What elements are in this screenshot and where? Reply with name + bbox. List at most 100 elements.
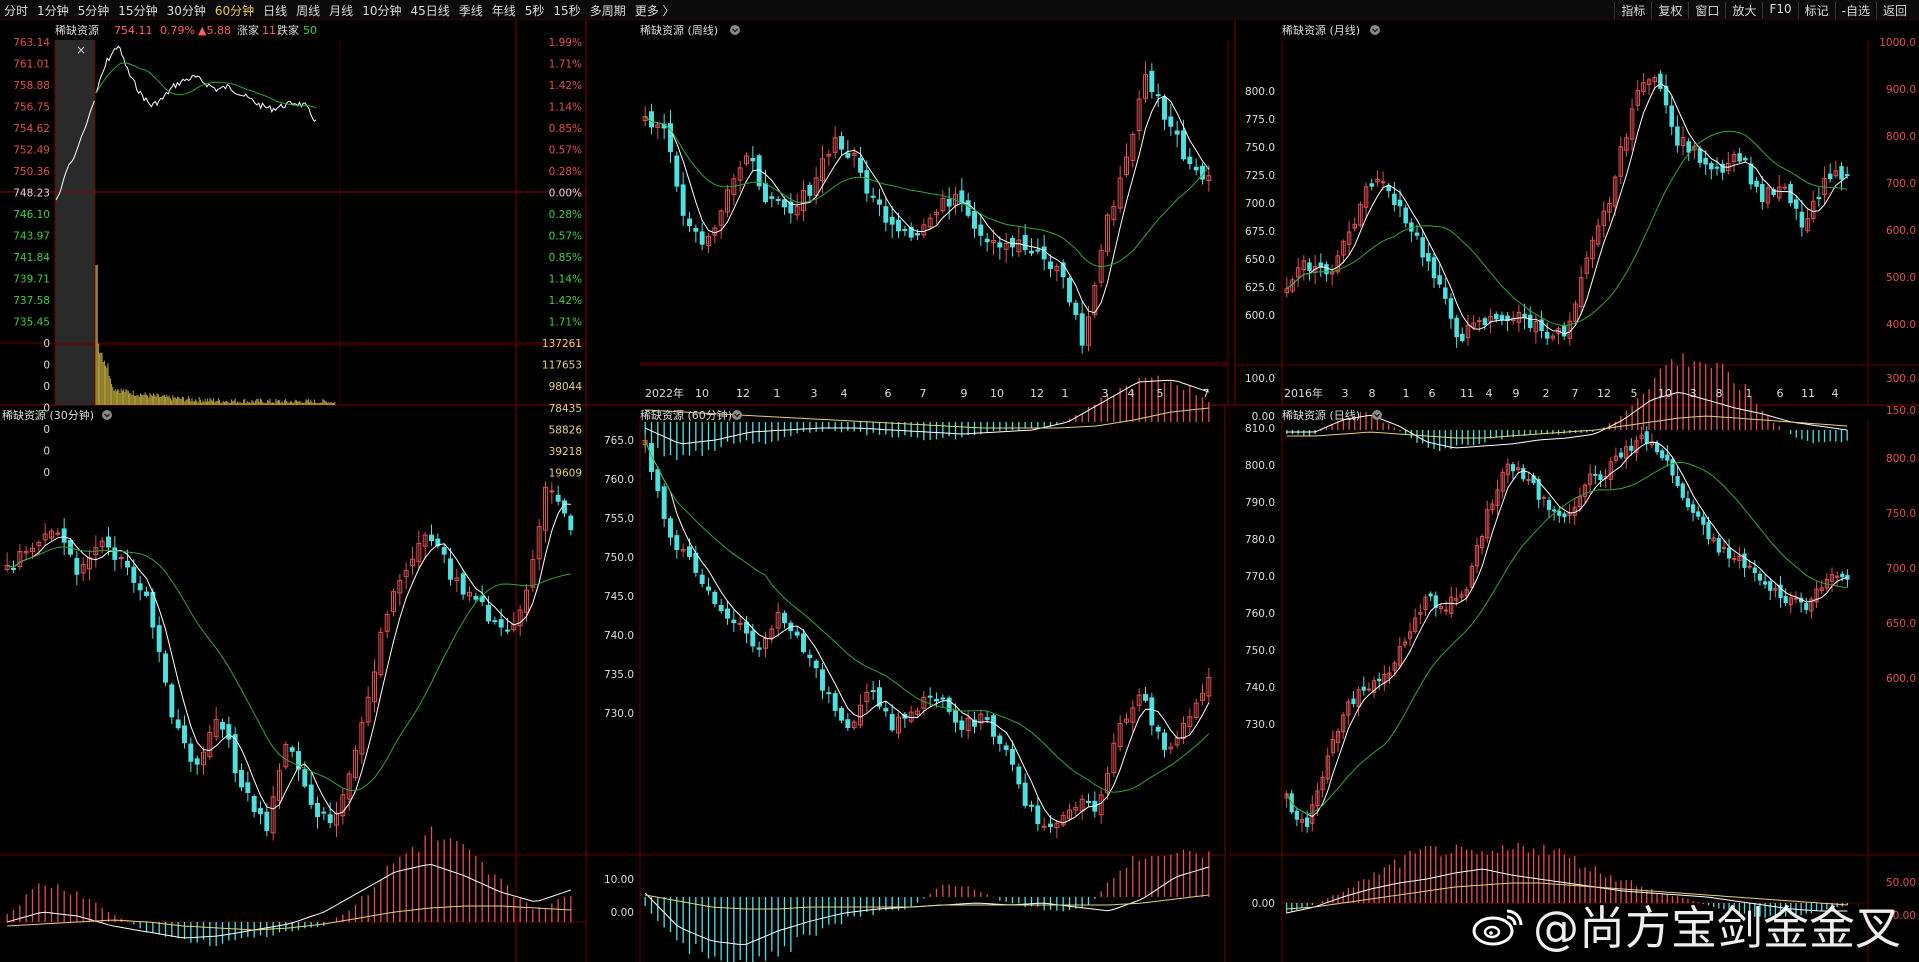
monthly-x-label: 1 bbox=[1746, 387, 1753, 400]
period-tab-6[interactable]: 日线 bbox=[263, 2, 287, 19]
chevron-down-icon[interactable] bbox=[1372, 410, 1382, 420]
min60-candle bbox=[845, 719, 851, 729]
min60-candle bbox=[725, 608, 730, 619]
min30-candle bbox=[74, 558, 80, 575]
monthly-x-label: 4 bbox=[1486, 387, 1493, 400]
weekly-candle bbox=[1187, 156, 1193, 165]
chevron-down-icon[interactable] bbox=[102, 410, 112, 420]
period-tab-10[interactable]: 45日线 bbox=[410, 2, 449, 19]
daily-right-tick: 650.0 bbox=[1886, 618, 1916, 630]
period-tab-16[interactable]: 更多 〉 bbox=[635, 2, 675, 19]
min60-candle bbox=[839, 707, 844, 721]
toolbar-button-2[interactable]: 窗口 bbox=[1688, 2, 1725, 19]
min30-candle bbox=[460, 573, 466, 595]
min30-candle bbox=[289, 747, 295, 752]
min30-candle bbox=[182, 725, 187, 744]
intraday-price: 754.11 bbox=[114, 24, 153, 37]
min60-candle bbox=[737, 622, 743, 625]
min30-candle bbox=[156, 625, 162, 652]
daily-candle bbox=[1526, 479, 1531, 482]
min60-candle bbox=[997, 735, 1003, 744]
period-tab-11[interactable]: 季线 bbox=[459, 2, 483, 19]
toolbar-button-7[interactable]: 返回 bbox=[1875, 2, 1913, 19]
toolbar-button-5[interactable]: 标记 bbox=[1797, 2, 1835, 19]
period-tab-8[interactable]: 月线 bbox=[329, 2, 353, 19]
period-tab-3[interactable]: 15分钟 bbox=[118, 2, 157, 19]
weekly-candle bbox=[1067, 277, 1072, 303]
weekly-candle bbox=[1029, 250, 1034, 254]
min60-candle bbox=[953, 710, 958, 723]
daily-candle bbox=[1675, 476, 1680, 486]
weekly-candle bbox=[870, 195, 876, 198]
min60-candle bbox=[820, 669, 825, 691]
toolbar-button-1[interactable]: 复权 bbox=[1651, 2, 1688, 19]
pct-tick: 0.85% bbox=[549, 252, 582, 264]
monthly-candle bbox=[1703, 158, 1708, 165]
min60-candle bbox=[1143, 694, 1148, 701]
period-tab-0[interactable]: 分时 bbox=[4, 2, 28, 19]
volume-left-tick: 0 bbox=[43, 467, 50, 479]
period-toolbar: 分时 1分钟 5分钟 15分钟 30分钟 60分钟 日线 周线 月线 10分钟 45日线 季线 年线 5秒… bbox=[0, 0, 1919, 20]
down-label: 跌家 bbox=[277, 23, 299, 37]
monthly-candle bbox=[1782, 186, 1788, 189]
up-label: 涨家 bbox=[237, 23, 259, 37]
toolbar-button-3[interactable]: 放大 bbox=[1725, 2, 1762, 19]
monthly-candle bbox=[1816, 196, 1822, 199]
min60-candle bbox=[744, 621, 749, 634]
daily-left-tick: 750.0 bbox=[1245, 645, 1275, 657]
monthly-candle bbox=[1669, 105, 1674, 127]
daily-candle bbox=[1768, 581, 1773, 591]
min60-candle bbox=[1149, 697, 1155, 726]
period-tab-4[interactable]: 30分钟 bbox=[167, 2, 206, 19]
min60-left-tick: 765.0 bbox=[604, 435, 634, 447]
monthly-left-tick: 800.0 bbox=[1245, 86, 1275, 98]
chevron-down-icon[interactable] bbox=[730, 25, 740, 35]
daily-candle bbox=[1706, 522, 1711, 540]
toolbar-button-0[interactable]: 指标 bbox=[1614, 2, 1651, 19]
period-tab-14[interactable]: 15秒 bbox=[553, 2, 580, 19]
toolbar-button-4[interactable]: F10 bbox=[1762, 2, 1797, 19]
min60-dea-line bbox=[645, 894, 1209, 910]
min60-candle bbox=[782, 612, 787, 624]
monthly-candle bbox=[1544, 331, 1550, 339]
min30-candle bbox=[144, 591, 149, 596]
monthly-macd-right-tick: 150.0 bbox=[1886, 405, 1916, 417]
price-tick: 746.10 bbox=[13, 209, 50, 221]
min30-candle bbox=[568, 515, 574, 531]
period-tab-2[interactable]: 5分钟 bbox=[78, 2, 110, 19]
period-tab-12[interactable]: 年线 bbox=[492, 2, 516, 19]
monthly-candle bbox=[1414, 232, 1420, 236]
monthly-candle bbox=[1448, 298, 1454, 319]
daily-left-tick: 730.0 bbox=[1245, 719, 1275, 731]
monthly-candle bbox=[1709, 162, 1714, 170]
weekly-candle bbox=[693, 228, 699, 232]
monthly-candle bbox=[1482, 318, 1488, 326]
chevron-down-icon[interactable] bbox=[732, 410, 742, 420]
weekly-candle bbox=[1181, 130, 1186, 160]
min30-ma-slow-line bbox=[7, 546, 571, 792]
period-tab-13[interactable]: 5秒 bbox=[525, 2, 545, 19]
min30-candle bbox=[194, 758, 200, 765]
monthly-candle bbox=[1426, 252, 1431, 262]
weekly-candle bbox=[984, 238, 990, 243]
min60-candle bbox=[870, 690, 876, 693]
toolbar-button-6[interactable]: -自选 bbox=[1834, 2, 1876, 19]
intraday-title: 稀缺资源 bbox=[55, 23, 99, 37]
period-tab-9[interactable]: 10分钟 bbox=[362, 2, 401, 19]
daily-candle bbox=[1793, 597, 1799, 600]
daily-candle bbox=[1752, 567, 1757, 573]
weekly-candle bbox=[959, 190, 965, 204]
weekly-candle bbox=[1168, 116, 1174, 127]
monthly-candle bbox=[1799, 211, 1805, 228]
min30-candle bbox=[258, 808, 263, 815]
period-tab-7[interactable]: 周线 bbox=[296, 2, 320, 19]
period-tab-1[interactable]: 1分钟 bbox=[37, 2, 69, 19]
volume-left-tick: 0 bbox=[43, 446, 50, 458]
price-tick: 739.71 bbox=[13, 274, 50, 286]
price-tick: 763.14 bbox=[13, 37, 50, 49]
chevron-down-icon[interactable] bbox=[1370, 25, 1380, 35]
period-tab-5[interactable]: 60分钟 bbox=[215, 2, 254, 19]
weekly-candle bbox=[864, 170, 870, 194]
period-tab-15[interactable]: 多周期 bbox=[590, 2, 626, 19]
min60-ma-fast-line bbox=[644, 440, 1210, 824]
